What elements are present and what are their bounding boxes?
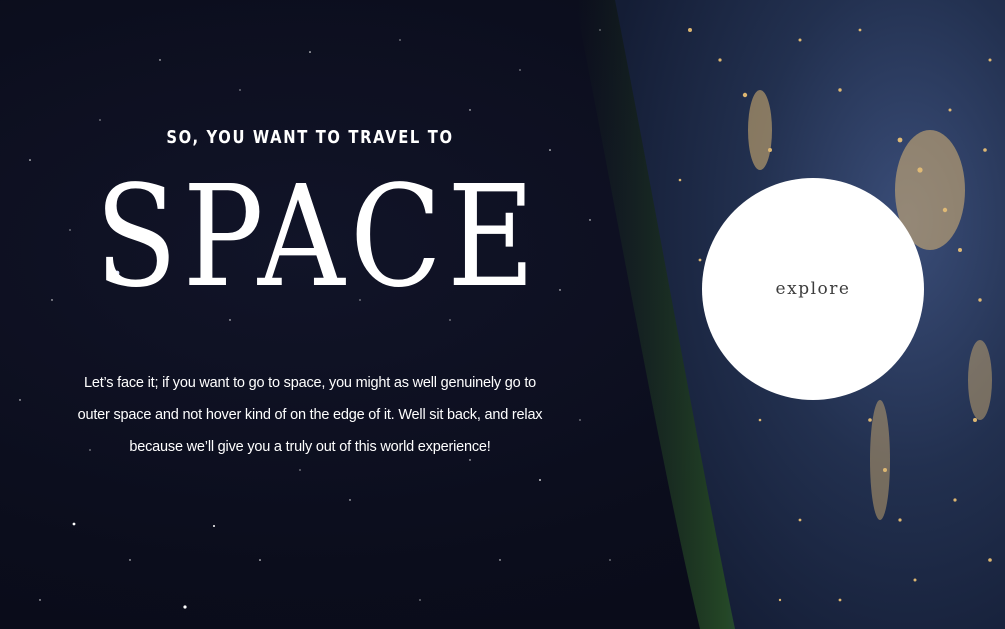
hero-kicker: SO, YOU WANT TO TRAVEL TO bbox=[166, 127, 454, 148]
hero-headline: SPACE bbox=[95, 156, 541, 319]
explore-button-label: explore bbox=[775, 279, 851, 299]
hero-description: Let’s face it; if you want to go to spac… bbox=[77, 374, 543, 455]
hero-section: SO, YOU WANT TO TRAVEL TO SPACE Let’s fa… bbox=[0, 0, 1005, 629]
hero-content: SO, YOU WANT TO TRAVEL TO SPACE Let’s fa… bbox=[60, 0, 560, 629]
explore-button[interactable]: explore bbox=[702, 178, 924, 400]
